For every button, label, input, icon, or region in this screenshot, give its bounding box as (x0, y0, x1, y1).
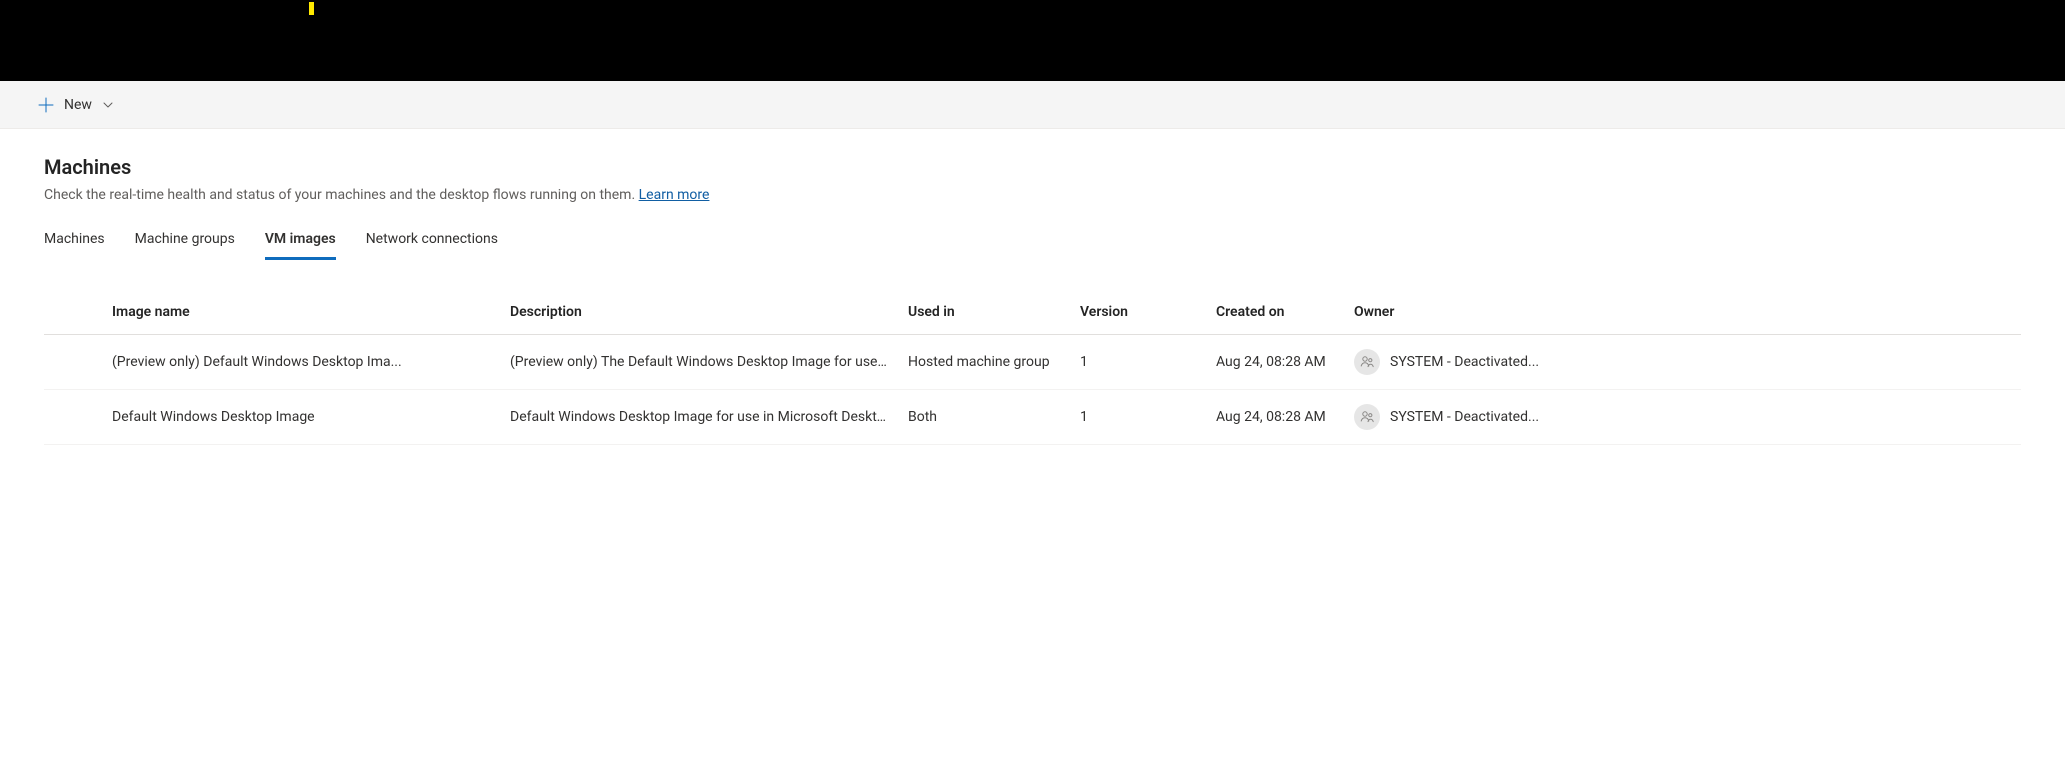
new-button[interactable]: New (38, 97, 114, 113)
page-description: Check the real-time health and status of… (44, 187, 2021, 203)
cell-owner: SYSTEM - Deactivated... (1344, 335, 2021, 390)
owner-avatar-icon (1354, 349, 1380, 375)
cell-image-name[interactable]: (Preview only) Default Windows Desktop I… (102, 335, 500, 390)
vm-images-table: Image name Description Used in Version C… (44, 290, 2021, 445)
page-content: Machines Check the real-time health and … (0, 129, 2065, 445)
top-bar (0, 0, 2065, 81)
page-description-text: Check the real-time health and status of… (44, 187, 639, 203)
col-owner[interactable]: Owner (1344, 290, 2021, 335)
cell-owner-text: SYSTEM - Deactivated... (1390, 409, 1539, 425)
col-description[interactable]: Description (500, 290, 898, 335)
yellow-indicator (309, 2, 314, 15)
col-image-name[interactable]: Image name (102, 290, 500, 335)
cell-owner: SYSTEM - Deactivated... (1344, 390, 2021, 445)
col-version[interactable]: Version (1070, 290, 1206, 335)
cell-owner-text: SYSTEM - Deactivated... (1390, 354, 1539, 370)
cell-created-on: Aug 24, 08:28 AM (1206, 390, 1344, 445)
tab-machines[interactable]: Machines (44, 225, 105, 260)
table-row[interactable]: Default Windows Desktop Image Default Wi… (44, 390, 2021, 445)
plus-icon (38, 97, 54, 113)
command-bar: New (0, 81, 2065, 129)
col-created-on[interactable]: Created on (1206, 290, 1344, 335)
learn-more-link[interactable]: Learn more (639, 187, 710, 203)
chevron-down-icon (102, 99, 114, 111)
tabs: Machines Machine groups VM images Networ… (44, 225, 2021, 260)
table-row[interactable]: (Preview only) Default Windows Desktop I… (44, 335, 2021, 390)
cell-image-name[interactable]: Default Windows Desktop Image (102, 390, 500, 445)
cell-used-in: Both (898, 390, 1070, 445)
owner-avatar-icon (1354, 404, 1380, 430)
cell-version: 1 (1070, 335, 1206, 390)
col-spacer (44, 290, 102, 335)
tab-vm-images[interactable]: VM images (265, 225, 336, 260)
page-title: Machines (44, 155, 2021, 179)
cell-spacer (44, 390, 102, 445)
cell-used-in: Hosted machine group (898, 335, 1070, 390)
cell-version: 1 (1070, 390, 1206, 445)
cell-description: Default Windows Desktop Image for use in… (500, 390, 898, 445)
table-header-row: Image name Description Used in Version C… (44, 290, 2021, 335)
cell-spacer (44, 335, 102, 390)
new-button-label: New (64, 97, 92, 113)
col-used-in[interactable]: Used in (898, 290, 1070, 335)
cell-created-on: Aug 24, 08:28 AM (1206, 335, 1344, 390)
cell-description: (Preview only) The Default Windows Deskt… (500, 335, 898, 390)
tab-machine-groups[interactable]: Machine groups (135, 225, 235, 260)
tab-network-connections[interactable]: Network connections (366, 225, 498, 260)
